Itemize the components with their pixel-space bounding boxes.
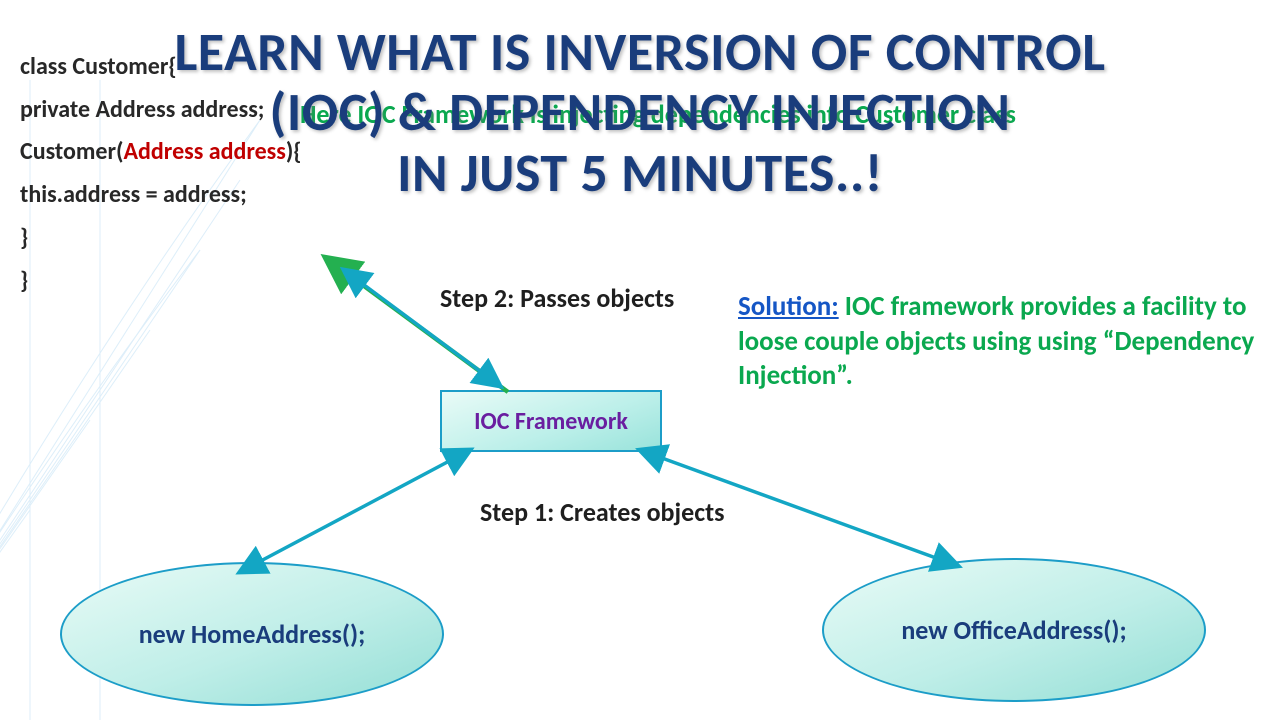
title-line-3: IN JUST 5 MINUTES..! bbox=[397, 140, 883, 206]
injection-caption: Here IOC Framework is injecting dependen… bbox=[300, 98, 1016, 130]
ioc-framework-node: IOC Framework bbox=[440, 390, 662, 452]
home-address-node: new HomeAddress(); bbox=[60, 562, 444, 706]
solution-label: Solution: bbox=[738, 290, 839, 323]
arrow-step2-green bbox=[326, 258, 508, 392]
slide-canvas: class Customer{ private Address address;… bbox=[0, 0, 1280, 720]
code-line-2: private Address address; bbox=[20, 95, 264, 124]
home-address-label: new HomeAddress(); bbox=[139, 618, 366, 650]
ioc-framework-label: IOC Framework bbox=[474, 407, 628, 436]
step-2-label: Step 2: Passes objects bbox=[440, 282, 674, 314]
step-1-label: Step 1: Creates objects bbox=[480, 496, 725, 528]
office-address-label: new OfficeAddress(); bbox=[901, 614, 1126, 646]
code-line-4: this.address = address; bbox=[20, 180, 247, 209]
code-line-3a: Customer( bbox=[20, 137, 124, 166]
solution-text: Solution: IOC framework provides a facil… bbox=[738, 290, 1258, 394]
code-line-3c: ){ bbox=[286, 137, 302, 166]
code-line-5: } bbox=[20, 223, 28, 252]
arrow-to-home-address bbox=[240, 450, 470, 572]
office-address-node: new OfficeAddress(); bbox=[822, 558, 1206, 702]
code-line-6: } bbox=[20, 266, 28, 295]
code-line-3b-param: Address address bbox=[124, 137, 286, 166]
code-line-1: class Customer{ bbox=[20, 52, 177, 81]
code-block: class Customer{ private Address address;… bbox=[20, 46, 302, 302]
title-line-1: LEARN WHAT IS INVERSION OF CONTROL bbox=[174, 19, 1105, 85]
